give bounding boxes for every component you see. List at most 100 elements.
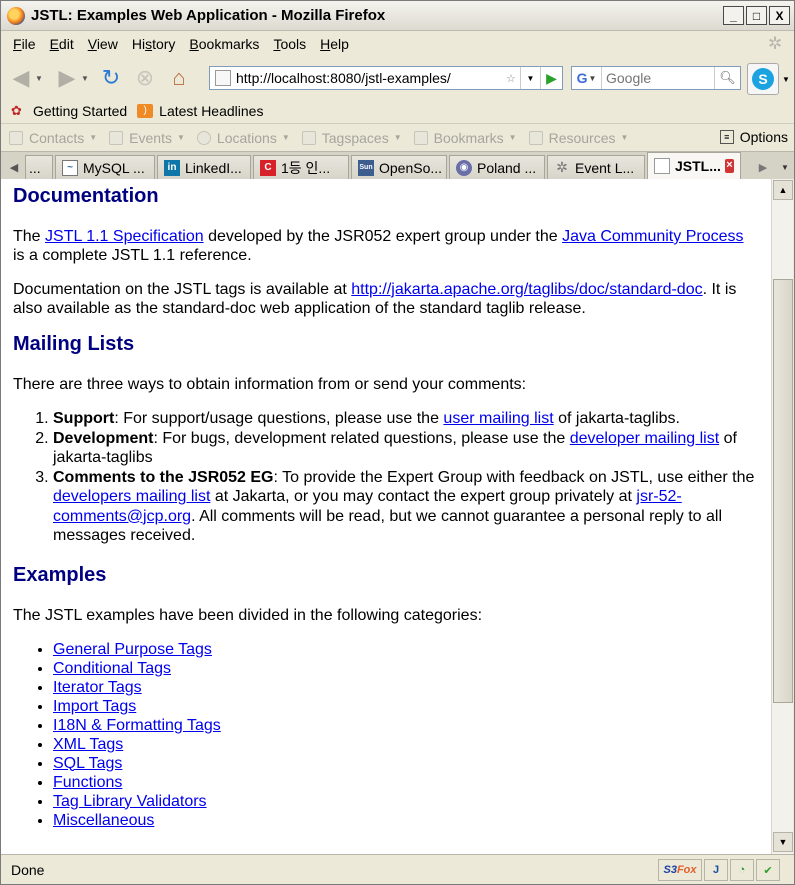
options-sliders-icon: ≡	[719, 130, 734, 144]
bookmark-label: Getting Started	[33, 103, 128, 119]
mailing-lists-heading: Mailing Lists	[13, 333, 135, 355]
tab-5[interactable]: ◉ Poland ...	[449, 155, 545, 179]
developers-mailing-list-link[interactable]: developers mailing list	[53, 488, 210, 505]
options-button[interactable]: ≡ Options	[719, 129, 788, 145]
java-console-icon[interactable]: J	[704, 859, 728, 881]
tab-7-active[interactable]: JSTL... ×	[647, 152, 741, 179]
bookmark-getting-started[interactable]: ✿ Getting Started	[11, 103, 127, 119]
ext-contacts[interactable]: Contacts ▼	[9, 130, 97, 146]
options-label: Options	[739, 129, 788, 145]
check-icon[interactable]: ✔	[756, 859, 780, 881]
tab-label: OpenSo...	[379, 159, 443, 176]
minimize-button[interactable]: _	[723, 6, 744, 25]
home-icon[interactable]: ⌂	[165, 64, 193, 92]
ext-resources[interactable]: Resources ▼	[528, 129, 628, 146]
tab-scroll-left-icon[interactable]: ◀	[3, 155, 25, 179]
jcp-link[interactable]: Java Community Process	[562, 228, 743, 245]
ext-bookmarks[interactable]: Bookmarks ▼	[413, 130, 517, 146]
documentation-paragraph-1: The JSTL 1.1 Specification developed by …	[13, 228, 744, 264]
back-history-dropdown-icon[interactable]: ▼	[35, 74, 45, 83]
bookmark-latest-headlines[interactable]: ) Latest Headlines	[137, 103, 263, 119]
tab-4[interactable]: Sun OpenSo...	[351, 155, 447, 179]
ext-label: Locations	[216, 129, 277, 146]
jstl-spec-link[interactable]: JSTL 1.1 Specification	[45, 228, 204, 245]
list-item: Import Tags	[53, 697, 759, 716]
skype-button[interactable]: S	[747, 63, 779, 95]
close-window-button[interactable]: X	[769, 6, 790, 25]
forward-history-dropdown-icon[interactable]: ▼	[81, 74, 91, 83]
standard-doc-link[interactable]: http://jakarta.apache.org/taglibs/doc/st…	[351, 281, 702, 298]
example-link-i18n[interactable]: I18N & Formatting Tags	[53, 717, 221, 734]
list-item: Tag Library Validators	[53, 792, 759, 811]
example-link-sql[interactable]: SQL Tags	[53, 755, 122, 772]
vertical-scrollbar[interactable]: ▲ ▼	[771, 179, 793, 854]
tab-2[interactable]: in LinkedI...	[157, 155, 251, 179]
reload-icon[interactable]: ↻	[97, 64, 125, 92]
url-bar[interactable]: http://localhost:8080/jstl-examples/ ☆ ▼…	[209, 66, 563, 90]
ext-tagspaces[interactable]: Tagspaces ▼	[301, 130, 402, 146]
search-engine-selector[interactable]: G ▼	[572, 67, 602, 89]
list-item: XML Tags	[53, 735, 759, 754]
menu-bookmarks[interactable]: Bookmarks	[182, 36, 266, 52]
menu-view[interactable]: View	[81, 36, 125, 52]
ext-label: Contacts	[29, 129, 85, 146]
tab-label: 1등 인...	[281, 159, 331, 176]
example-link-validators[interactable]: Tag Library Validators	[53, 793, 207, 810]
scrollbar-thumb[interactable]	[773, 279, 793, 703]
tab-scroll-right-icon[interactable]: ▶	[753, 155, 773, 179]
rss-feed-icon: )	[137, 104, 154, 118]
page-favicon-icon	[215, 70, 231, 86]
menu-tools[interactable]: Tools	[266, 36, 313, 52]
url-history-dropdown-icon[interactable]: ▼	[520, 67, 540, 89]
ext-events[interactable]: Events ▼	[109, 130, 185, 146]
list-item: Functions	[53, 773, 759, 792]
sync-icon[interactable]: ◔	[730, 859, 754, 881]
url-text[interactable]: http://localhost:8080/jstl-examples/	[236, 70, 506, 86]
ext-locations[interactable]: Locations ▼	[196, 129, 290, 146]
tab-3[interactable]: C 1등 인...	[253, 155, 349, 179]
menu-help[interactable]: Help	[313, 36, 356, 52]
menu-history[interactable]: History	[125, 36, 183, 52]
menu-edit[interactable]: Edit	[43, 36, 81, 52]
stop-icon[interactable]: ⊗	[131, 64, 159, 92]
scroll-up-arrow-icon[interactable]: ▲	[773, 180, 793, 200]
contacts-icon	[9, 130, 23, 145]
bookmarks-toolbar: ✿ Getting Started ) Latest Headlines	[1, 99, 794, 123]
search-input[interactable]	[602, 68, 714, 88]
examples-intro: The JSTL examples have been divided in t…	[13, 606, 483, 624]
menu-file[interactable]: File	[6, 36, 43, 52]
search-magnifier-icon[interactable]: 🔍︎	[714, 67, 740, 89]
user-mailing-list-link[interactable]: user mailing list	[443, 410, 553, 427]
events-icon	[109, 130, 124, 145]
status-text: Done	[11, 861, 45, 878]
example-link-general-purpose[interactable]: General Purpose Tags	[53, 641, 212, 658]
tab-label: ...	[29, 159, 41, 176]
all-tabs-dropdown-icon[interactable]: ▼	[775, 155, 795, 179]
s3fox-icon[interactable]: S3 Fox	[658, 859, 702, 881]
ext-label: Events	[129, 129, 172, 146]
tab-1[interactable]: ~ MySQL ...	[55, 155, 155, 179]
tab-0[interactable]: ...	[25, 155, 53, 179]
developer-mailing-list-link[interactable]: developer mailing list	[570, 430, 719, 447]
tab-6[interactable]: ✲ Event L...	[547, 155, 645, 179]
maximize-button[interactable]: □	[746, 6, 767, 25]
example-link-conditional[interactable]: Conditional Tags	[53, 660, 171, 677]
scroll-down-arrow-icon[interactable]: ▼	[773, 832, 793, 852]
close-tab-icon[interactable]: ×	[724, 159, 734, 173]
example-link-import[interactable]: Import Tags	[53, 698, 136, 715]
example-link-miscellaneous[interactable]: Miscellaneous	[53, 812, 154, 829]
back-arrow-icon[interactable]: ◀	[7, 64, 35, 92]
extension-toolbar: Contacts ▼ Events ▼ Locations ▼ Tagspaces ▼ …	[1, 123, 794, 151]
skype-dropdown-icon[interactable]: ▼	[782, 75, 790, 84]
search-bar[interactable]: G▼ 🔍︎	[571, 66, 741, 90]
bookmark-star-icon[interactable]: ☆	[506, 72, 520, 85]
resources-icon	[528, 130, 543, 145]
example-link-iterator[interactable]: Iterator Tags	[53, 679, 142, 696]
forward-arrow-icon[interactable]: ▶	[53, 64, 81, 92]
example-link-functions[interactable]: Functions	[53, 774, 122, 791]
ext-label: Resources	[548, 129, 616, 146]
tab-label: JSTL...	[675, 158, 721, 174]
page-content: Documentation The JSTL 1.1 Specification…	[1, 179, 771, 854]
example-link-xml[interactable]: XML Tags	[53, 736, 123, 753]
go-arrow-icon[interactable]: ▶	[540, 67, 562, 89]
